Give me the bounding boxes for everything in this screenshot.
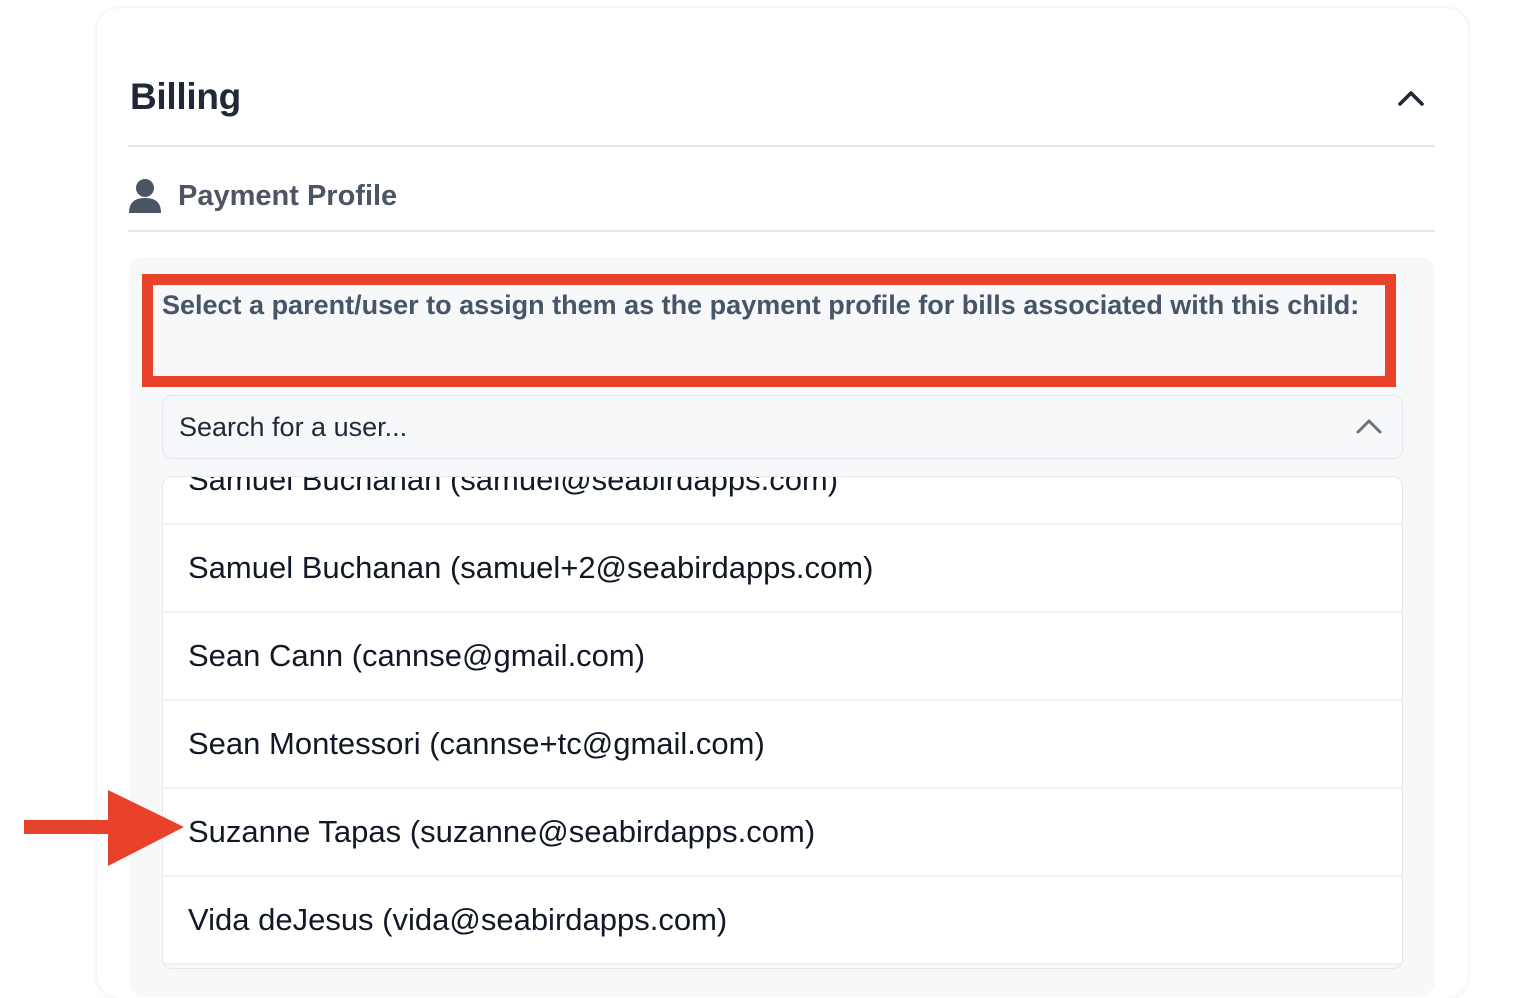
user-option[interactable]: Samuel Buchanan (samuel+2@seabirdapps.co… bbox=[163, 525, 1402, 613]
user-dropdown-list[interactable]: Samuel Buchanan (samuel@seabirdapps.com)… bbox=[162, 476, 1403, 969]
user-option-label: Samuel Buchanan (samuel+2@seabirdapps.co… bbox=[188, 550, 874, 585]
chevron-up-icon[interactable] bbox=[1354, 414, 1384, 438]
divider bbox=[128, 145, 1435, 147]
annotation-arrow-icon bbox=[24, 790, 184, 866]
user-option-label: Sean Cann (cannse@gmail.com) bbox=[188, 638, 646, 673]
annotation-highlight-box bbox=[142, 274, 1396, 387]
user-search-select[interactable]: Search for a user... bbox=[162, 395, 1403, 459]
user-option[interactable]: Sean Montessori (cannse+tc@gmail.com) bbox=[163, 701, 1402, 789]
user-option[interactable]: Vida deJesus (vida@seabirdapps.com) bbox=[163, 877, 1402, 965]
collapse-billing-button[interactable] bbox=[1391, 80, 1431, 116]
user-option[interactable]: Samuel Buchanan (samuel@seabirdapps.com) bbox=[163, 476, 1402, 525]
payment-profile-title: Payment Profile bbox=[178, 180, 398, 212]
chevron-up-icon bbox=[1398, 91, 1424, 106]
user-option-label: Vida deJesus (vida@seabirdapps.com) bbox=[188, 902, 728, 937]
user-option-suzanne-tapas[interactable]: Suzanne Tapas (suzanne@seabirdapps.com) bbox=[163, 789, 1402, 877]
search-placeholder: Search for a user... bbox=[179, 412, 408, 442]
divider bbox=[128, 230, 1435, 232]
user-option-label: Suzanne Tapas (suzanne@seabirdapps.com) bbox=[188, 814, 816, 849]
user-option-label: Samuel Buchanan (samuel@seabirdapps.com) bbox=[188, 476, 839, 497]
user-option[interactable]: Sean Cann (cannse@gmail.com) bbox=[163, 613, 1402, 701]
billing-title: Billing bbox=[130, 76, 241, 117]
user-icon bbox=[129, 179, 161, 213]
user-option-label: Sean Montessori (cannse+tc@gmail.com) bbox=[188, 726, 765, 761]
